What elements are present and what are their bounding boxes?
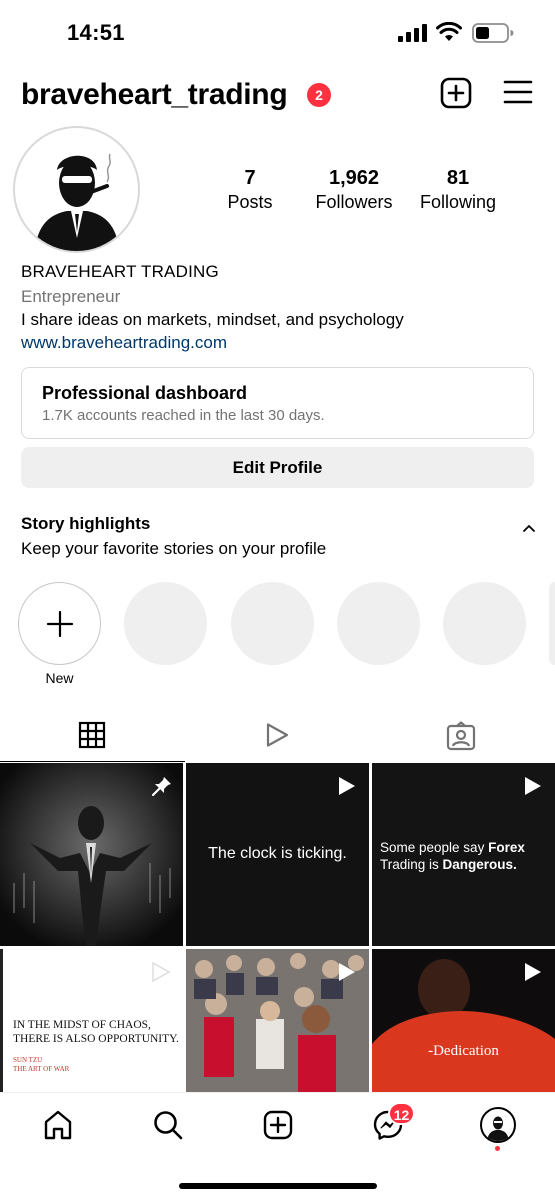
wifi-icon: [436, 22, 462, 41]
battery-icon: [472, 23, 514, 43]
posts-count: 7: [244, 167, 256, 189]
posts-label: Posts: [227, 192, 273, 212]
highlight-placeholder: [443, 582, 526, 665]
reels-icon: [266, 723, 289, 747]
professional-dashboard[interactable]: Professional dashboard 1.7K accounts rea…: [21, 367, 534, 439]
home-indicator: [179, 1183, 377, 1189]
post-caption: -Dedication: [428, 1043, 499, 1059]
post-caption: The clock is ticking.: [208, 845, 347, 862]
tab-posts-grid[interactable]: [0, 710, 185, 762]
display-name: BRAVEHEART TRADING: [21, 262, 219, 281]
profile-nav-avatar[interactable]: [480, 1107, 516, 1143]
quote-line: THERE IS ALSO OPPORTUNITY.: [13, 1033, 179, 1045]
signal-icon: [398, 24, 427, 42]
create-icon[interactable]: [262, 1109, 294, 1141]
highlights-subtitle: Keep your favorite stories on your profi…: [21, 539, 327, 558]
bio-text: I share ideas on markets, mindset, and p…: [21, 310, 404, 329]
new-post-icon[interactable]: [440, 77, 472, 109]
quote-author: SUN TZU: [13, 1056, 43, 1064]
pin-icon: [151, 777, 171, 797]
quote-source: THE ART OF WAR: [13, 1065, 70, 1073]
profile-tabs: [0, 710, 555, 762]
post-caption: Some people say Forex Trading is Dangero…: [380, 839, 550, 873]
menu-icon[interactable]: [503, 79, 533, 105]
status-time: 14:51: [67, 20, 125, 45]
profile-avatar[interactable]: [13, 126, 140, 253]
followers-stat[interactable]: 1,962 Followers: [304, 166, 404, 214]
messages-badge: 12: [388, 1102, 415, 1125]
post-tile[interactable]: [0, 763, 183, 946]
grid-icon: [78, 721, 106, 749]
caption-bold-text: Dangerous.: [442, 857, 517, 872]
home-icon[interactable]: [42, 1109, 74, 1141]
posts-stat: 7 Posts: [210, 166, 290, 214]
plus-icon: [46, 610, 74, 638]
post-tile[interactable]: The clock is ticking.: [186, 763, 369, 946]
dashboard-subtitle: 1.7K accounts reached in the last 30 day…: [42, 407, 325, 424]
tagged-icon: [446, 721, 476, 751]
post-tile[interactable]: Some people say Forex Trading is Dangero…: [372, 763, 555, 946]
new-highlight-label: New: [45, 670, 74, 686]
highlight-placeholder: [337, 582, 420, 665]
play-icon: [152, 961, 171, 983]
highlight-placeholder: [124, 582, 207, 665]
profile-activity-dot: [495, 1146, 500, 1151]
avatar-silhouette-icon: [487, 1116, 509, 1141]
new-highlight-button[interactable]: [18, 582, 101, 665]
status-bar: 14:51: [0, 0, 555, 64]
profile-header: braveheart_trading 2: [0, 70, 555, 120]
play-icon: [339, 963, 355, 981]
tab-tagged[interactable]: [370, 710, 555, 762]
caption-text: Trading is: [380, 857, 443, 872]
following-label: Following: [419, 192, 497, 212]
caption-bold-text: Forex: [488, 840, 525, 855]
followers-count: 1,962: [328, 167, 380, 189]
avatar-silhouette-icon: [35, 153, 119, 251]
highlight-placeholder: [549, 582, 555, 665]
chevron-up-icon[interactable]: [521, 522, 537, 534]
highlight-placeholder: [231, 582, 314, 665]
highlights-title: Story highlights: [21, 514, 151, 533]
followers-label: Followers: [315, 192, 393, 212]
quote-line: IN THE MIDST OF CHAOS,: [13, 1019, 151, 1031]
following-stat[interactable]: 81 Following: [412, 166, 504, 214]
profile-link[interactable]: www.braveheartrading.com: [21, 333, 227, 353]
username[interactable]: braveheart_trading: [21, 78, 288, 112]
dashboard-title: Professional dashboard: [42, 383, 248, 403]
play-icon: [339, 777, 355, 795]
search-icon[interactable]: [152, 1109, 184, 1141]
tab-reels[interactable]: [185, 710, 370, 762]
notification-badge[interactable]: 2: [307, 83, 331, 107]
play-icon: [525, 963, 541, 981]
caption-text: Some people say: [380, 840, 489, 855]
profile-category: Entrepreneur: [21, 287, 121, 306]
following-count: 81: [446, 167, 470, 189]
edit-profile-button[interactable]: Edit Profile: [21, 447, 534, 488]
play-icon: [525, 777, 541, 795]
